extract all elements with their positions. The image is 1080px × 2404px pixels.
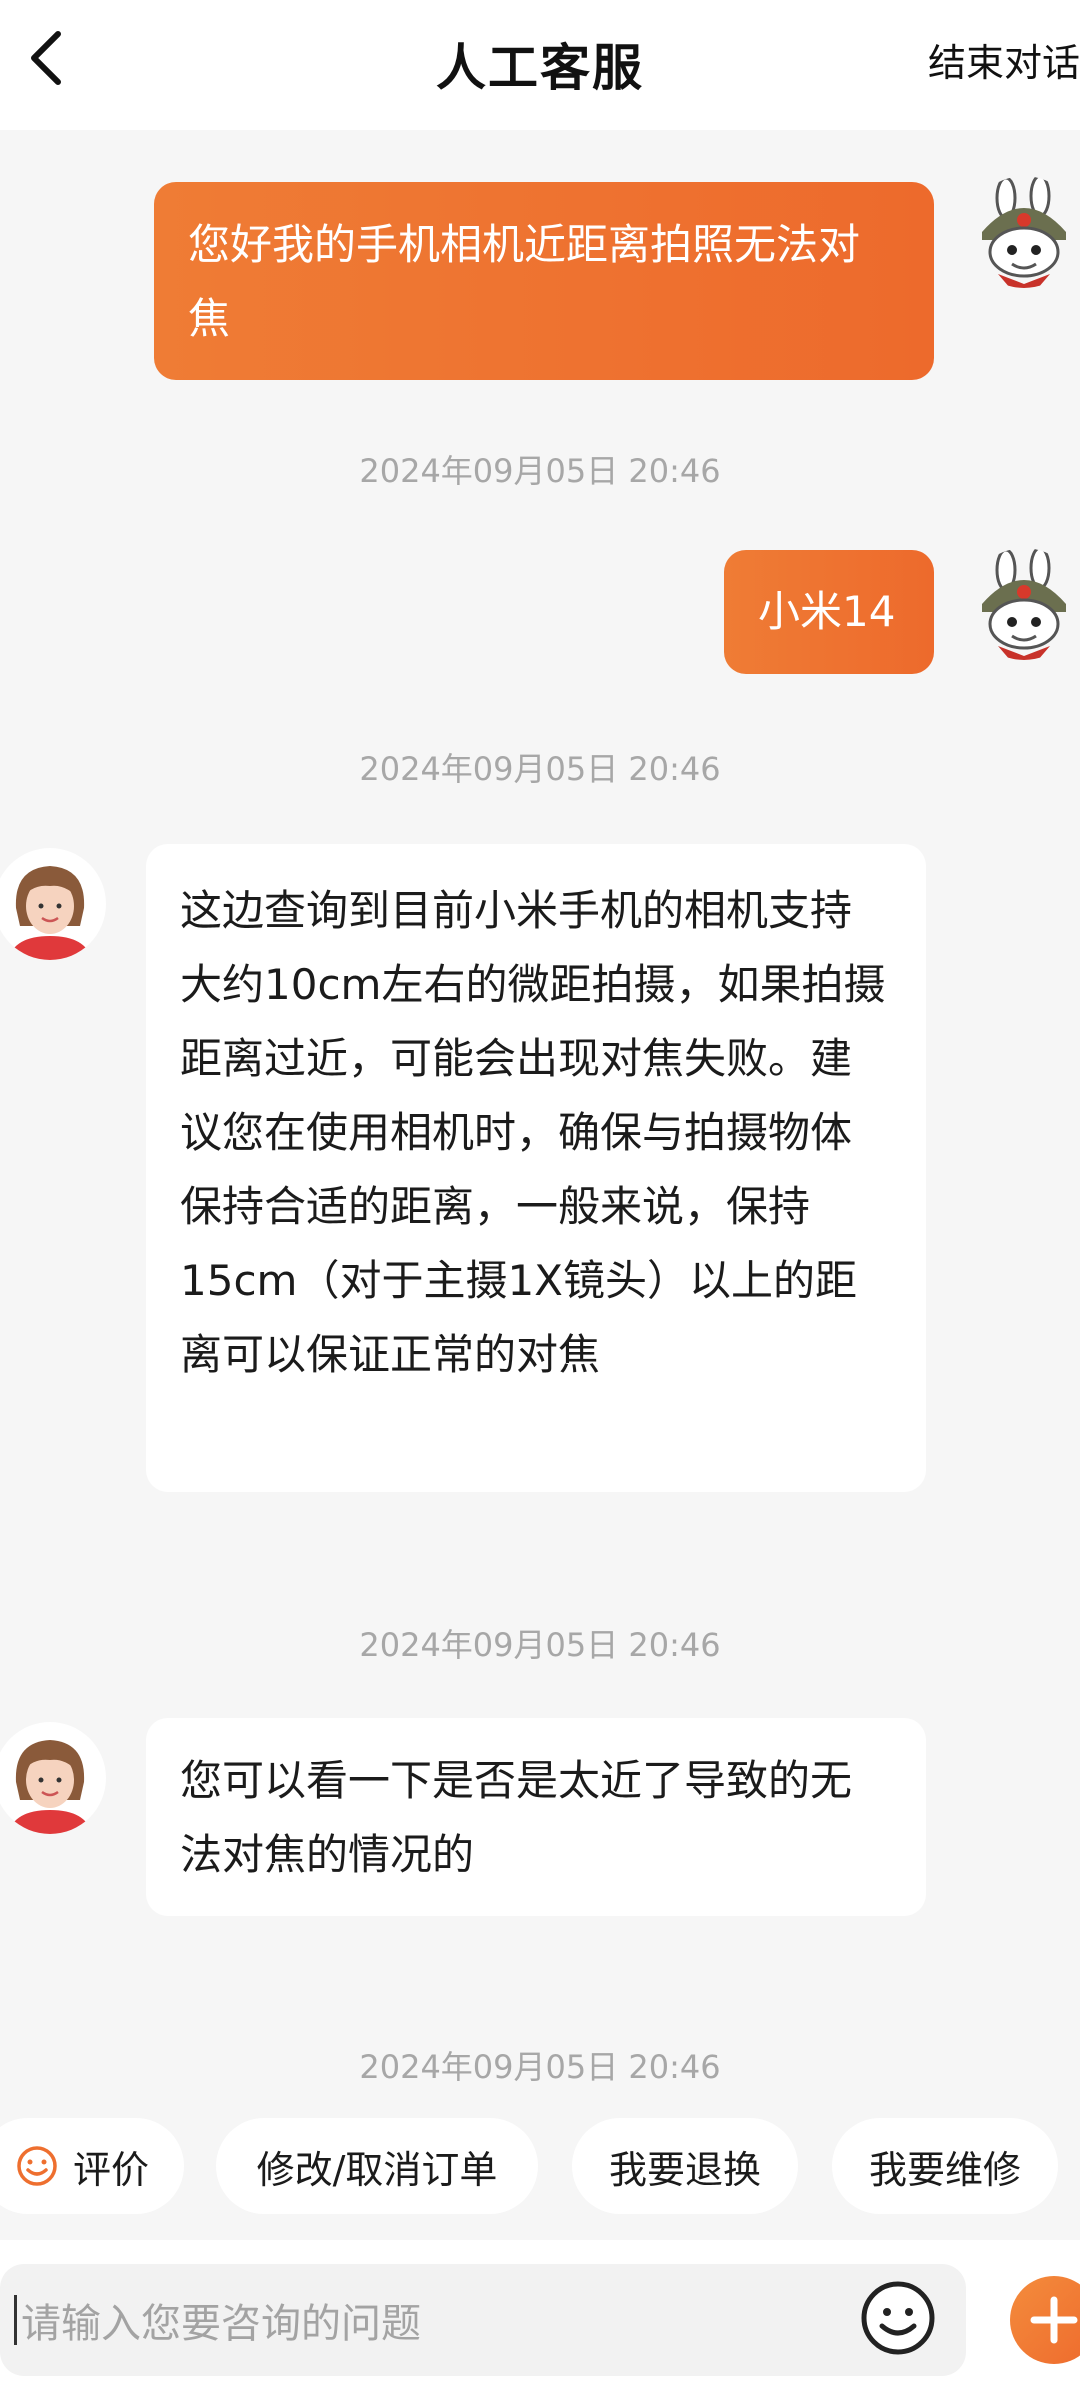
user-message-bubble: 您好我的手机相机近距离拍照无法对焦 — [154, 182, 934, 380]
smiley-icon — [17, 2146, 57, 2186]
message-text: 这边查询到目前小米手机的相机支持大约10cm左右的微距拍摄，如果拍摄距离过近，可… — [180, 886, 886, 1379]
return-exchange-chip[interactable]: 我要退换 — [572, 2118, 798, 2214]
agent-avatar-icon — [8, 1740, 92, 1834]
chip-label: 我要维修 — [868, 2147, 1021, 2192]
chip-label: 评价 — [72, 2147, 149, 2192]
rate-chip[interactable]: 评价 — [0, 2118, 184, 2214]
repair-chip[interactable]: 我要维修 — [832, 2118, 1058, 2214]
agent-avatar — [0, 1722, 106, 1834]
header-bar: 人工客服 结束对话 — [0, 0, 1080, 130]
mitu-mascot-icon — [982, 548, 1066, 660]
message-timestamp: 2024年09月05日 20:46 — [359, 1626, 721, 1664]
agent-message-bubble: 您可以看一下是否是太近了导致的无法对焦的情况的 — [146, 1718, 926, 1916]
agent-avatar-icon — [8, 866, 92, 960]
text-caret — [14, 2295, 17, 2345]
message-text: 小米14 — [758, 587, 896, 636]
input-bar: 请输入您要咨询的问题 — [0, 2240, 1080, 2404]
agent-avatar — [0, 848, 106, 960]
message-timestamp: 2024年09月05日 20:46 — [359, 452, 721, 490]
user-avatar — [968, 176, 1080, 288]
page-title: 人工客服 — [436, 39, 644, 97]
end-chat-button[interactable]: 结束对话 — [928, 32, 1080, 87]
emoji-icon — [861, 2281, 935, 2355]
emoji-button[interactable] — [858, 2278, 938, 2358]
user-message-bubble: 小米14 — [724, 550, 934, 674]
modify-cancel-order-chip[interactable]: 修改/取消订单 — [216, 2118, 538, 2214]
chip-label: 我要退换 — [608, 2147, 761, 2192]
message-input[interactable]: 请输入您要咨询的问题 — [0, 2264, 966, 2376]
message-text: 您可以看一下是否是太近了导致的无法对焦的情况的 — [180, 1756, 853, 1879]
input-placeholder: 请输入您要咨询的问题 — [21, 2301, 421, 2347]
quick-actions-bar: 评价 修改/取消订单 我要退换 我要维修 — [0, 2118, 1080, 2214]
more-button[interactable] — [1010, 2276, 1080, 2364]
message-timestamp: 2024年09月05日 20:46 — [359, 750, 721, 788]
agent-message-bubble: 这边查询到目前小米手机的相机支持大约10cm左右的微距拍摄，如果拍摄距离过近，可… — [146, 844, 926, 1492]
message-timestamp: 2024年09月05日 20:46 — [359, 2048, 721, 2086]
mitu-mascot-icon — [982, 176, 1066, 288]
message-text: 您好我的手机相机近距离拍照无法对焦 — [188, 220, 861, 343]
chip-label: 修改/取消订单 — [256, 2147, 498, 2192]
plus-icon — [1030, 2296, 1078, 2344]
user-avatar — [968, 548, 1080, 660]
